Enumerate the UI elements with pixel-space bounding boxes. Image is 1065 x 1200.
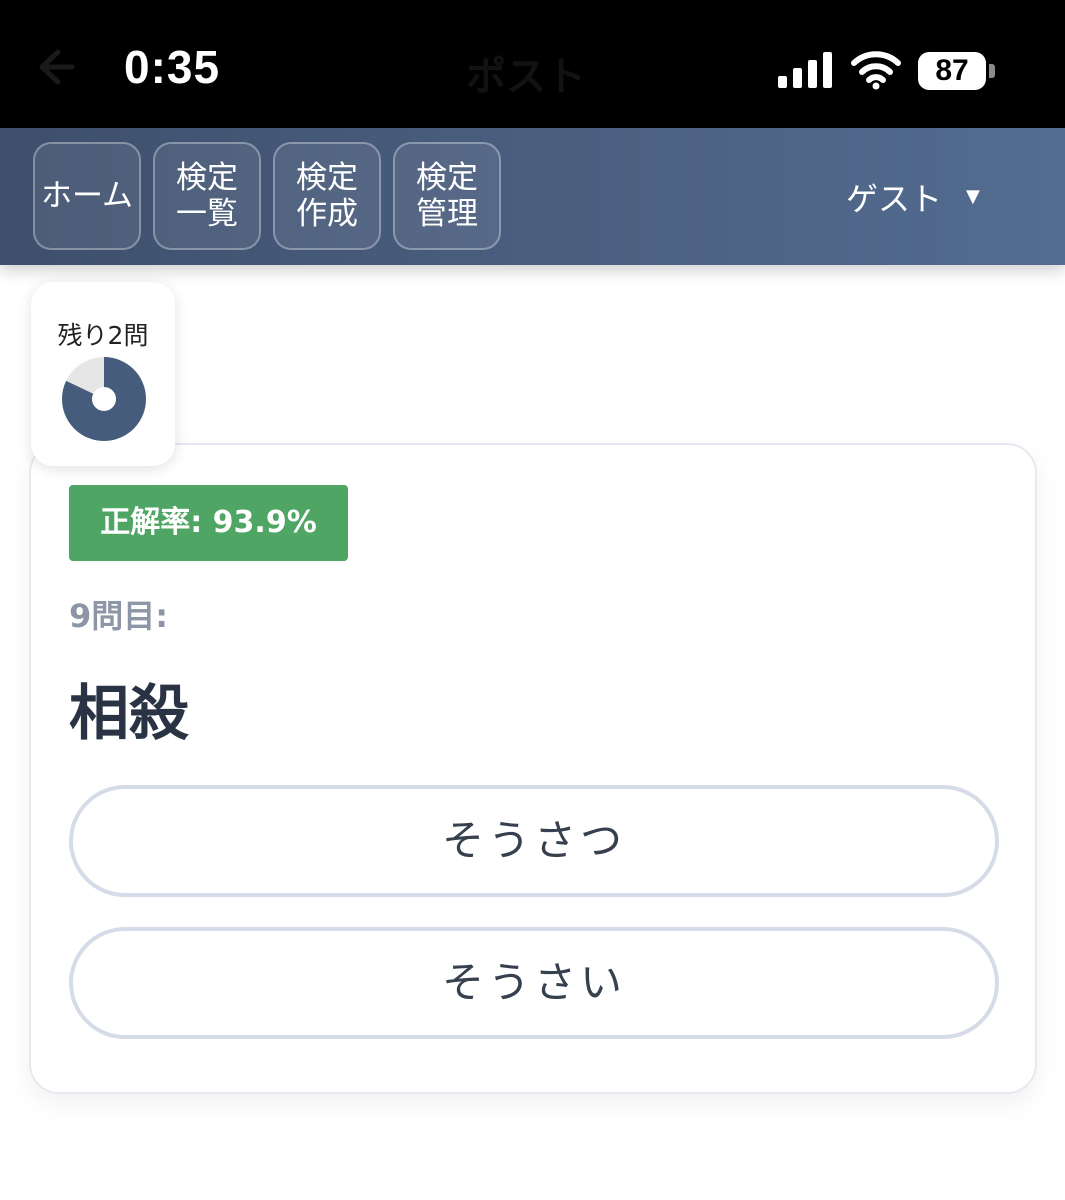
- question-number: 9問目:: [69, 597, 169, 635]
- nav-bar: ホーム 検定 一覧 検定 作成 検定 管理 ゲスト ▼: [0, 128, 1065, 265]
- user-menu[interactable]: ゲスト: [846, 174, 942, 220]
- nav-test-manage-label-1: 検定: [416, 160, 478, 196]
- nav-test-list-label-2: 一覧: [176, 196, 238, 232]
- nav-test-list-label-1: 検定: [176, 160, 238, 196]
- nav-test-manage-button[interactable]: 検定 管理: [393, 142, 501, 250]
- nav-test-create-label-2: 作成: [296, 196, 358, 232]
- status-time: 0:35: [124, 41, 221, 93]
- choice-button-1[interactable]: そうさつ: [69, 785, 999, 897]
- progress-ring: [62, 357, 146, 441]
- remaining-badge: 残り2問: [31, 282, 175, 466]
- remaining-label: 残り2問: [57, 321, 149, 350]
- battery-level: 87: [935, 54, 969, 87]
- nav-test-list-button[interactable]: 検定 一覧: [153, 142, 261, 250]
- battery-icon: 87: [918, 52, 986, 90]
- accuracy-badge: 正解率: 93.9%: [69, 485, 348, 561]
- page-title: ポスト: [466, 54, 586, 100]
- nav-home-button[interactable]: ホーム: [33, 142, 141, 250]
- battery-tip: [989, 64, 995, 78]
- back-arrow-icon[interactable]: [32, 44, 78, 90]
- choice-button-2[interactable]: そうさい: [69, 927, 999, 1039]
- nav-test-create-label-1: 検定: [296, 160, 358, 196]
- chevron-down-icon[interactable]: ▼: [966, 186, 980, 207]
- quiz-card: 正解率: 93.9% 9問目: 相殺 そうさつ そうさい: [29, 443, 1037, 1094]
- cellular-signal-icon: [778, 52, 832, 88]
- nav-test-create-button[interactable]: 検定 作成: [273, 142, 381, 250]
- nav-home-label: ホーム: [40, 178, 134, 214]
- nav-test-manage-label-2: 管理: [416, 196, 478, 232]
- question-word: 相殺: [69, 679, 189, 749]
- status-bar: 0:35 ポスト 87: [0, 0, 1065, 128]
- wifi-icon: [851, 51, 901, 90]
